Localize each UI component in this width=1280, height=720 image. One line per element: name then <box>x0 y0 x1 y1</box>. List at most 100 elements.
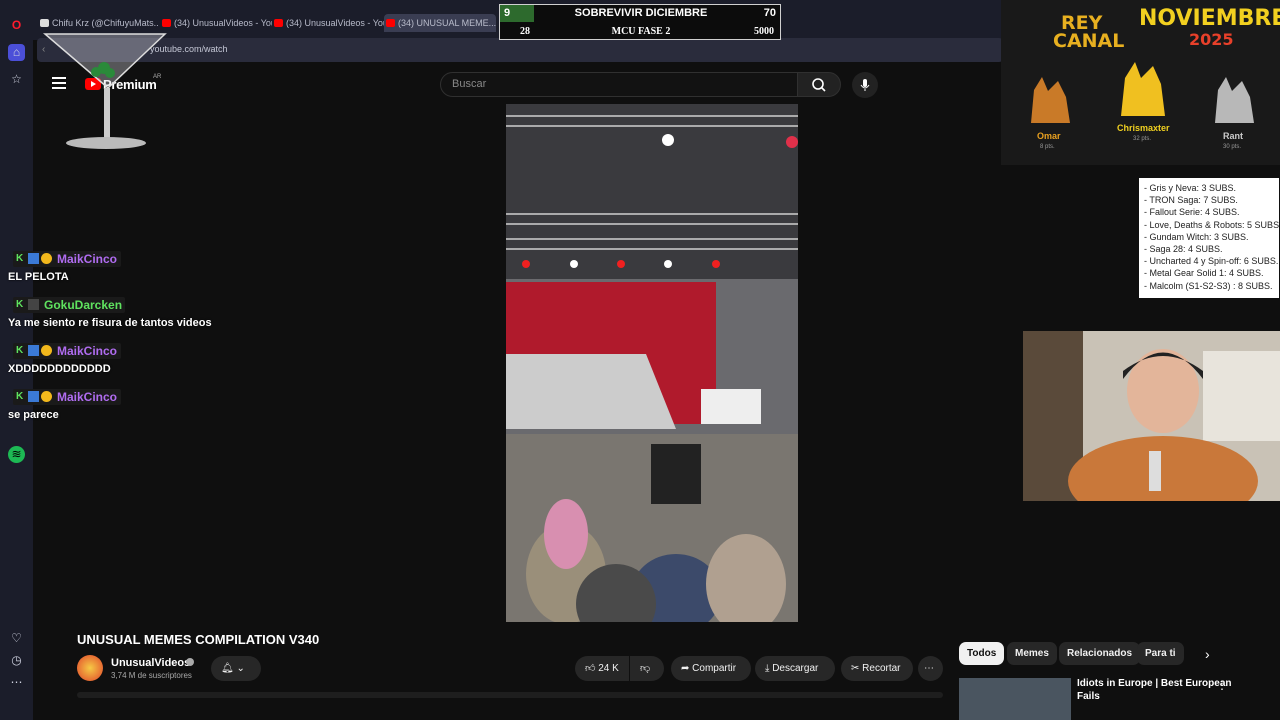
subs-item: - Fallout Serie: 4 SUBS. <box>1144 207 1240 218</box>
rank-1-pts: 8 pts. <box>1040 144 1055 150</box>
chip-para-ti[interactable]: Para ti <box>1137 642 1184 665</box>
verified-icon <box>186 658 194 666</box>
chat-username: MaikCinco <box>57 252 118 266</box>
kick-badge-icon: K <box>16 299 24 310</box>
subs-item: - Uncharted 4 y Spin-off: 6 SUBS. <box>1144 256 1279 267</box>
channel-name[interactable]: UnusualVideos <box>111 657 190 669</box>
scoreboard-overlay: 9 SOBREVIVIR DICIEMBRE 70 28 MCU FASE 2 … <box>499 4 781 40</box>
history-icon[interactable]: ◷ <box>8 652 25 669</box>
browser-sidebar: O ⌂ ☆ ≋ ♡ ◷ ⋯ <box>0 0 33 720</box>
search-input[interactable] <box>440 72 798 97</box>
recommended-title[interactable]: Idiots in Europe | Best European <box>1077 678 1231 689</box>
voice-search-button[interactable] <box>852 72 878 98</box>
home-icon[interactable]: ⌂ <box>8 44 25 61</box>
chat-username: GokuDarcken <box>44 298 123 312</box>
tab-4-active[interactable]: (34) UNUSUAL MEME... <box>384 14 496 32</box>
chat-message: EL PELOTA <box>8 271 69 283</box>
chat-username: MaikCinco <box>57 344 118 358</box>
heart-icon[interactable]: ♡ <box>8 630 25 647</box>
subs-item: - Love, Deaths & Robots: 5 SUBS. <box>1144 219 1280 230</box>
dislike-icon: 👎︎ <box>640 663 651 674</box>
wolf-bronze-icon <box>1031 77 1070 123</box>
score-row2-right: 5000 <box>754 26 774 37</box>
opera-logo-icon[interactable]: O <box>8 17 25 34</box>
chat-message: Ya me siento re fisura de tantos videos <box>8 317 212 329</box>
rank-1-name: Omar <box>1037 131 1061 141</box>
download-button[interactable]: ⤓ Descargar <box>755 656 835 681</box>
tab-2[interactable]: (34) UnusualVideos - You... <box>160 14 272 32</box>
spotify-icon[interactable]: ≋ <box>8 446 25 463</box>
subscriber-badge-icon <box>28 299 39 310</box>
youtube-favicon-icon <box>386 19 395 27</box>
subs-item: - TRON Saga: 7 SUBS. <box>1144 195 1238 206</box>
rey-canal-panel: REY CANAL NOVIEMBRE 2025 Omar 8 pts. Chr… <box>1001 0 1280 165</box>
more-actions-button[interactable]: ⋯ <box>918 656 943 681</box>
bell-icon: 🔔︎ <box>221 663 234 674</box>
recommended-thumbnail[interactable] <box>959 678 1071 720</box>
wolf-gold-icon <box>1121 62 1165 116</box>
subs-item: - Gundam Witch: 3 SUBS. <box>1144 231 1249 242</box>
search-button[interactable] <box>797 72 841 97</box>
subscriber-badge-icon <box>28 345 39 356</box>
chat-message: se parece <box>8 409 59 421</box>
clip-button[interactable]: ✂ Recortar <box>841 656 913 681</box>
martini-glass-overlay <box>42 33 167 149</box>
more-icon[interactable]: ⋯ <box>8 674 25 691</box>
rank-3-name: Rant <box>1223 131 1243 141</box>
notifications-button[interactable]: 🔔︎ ⌄ <box>211 656 261 681</box>
video-player[interactable] <box>506 104 798 622</box>
chevron-right-icon[interactable]: › <box>1205 646 1210 662</box>
video-title: UNUSUAL MEMES COMPILATION V340 <box>77 632 320 647</box>
channel-avatar[interactable] <box>77 655 103 681</box>
kick-badge-icon: K <box>16 391 24 402</box>
mic-icon <box>860 79 870 91</box>
subscriber-count: 3,74 M de suscriptores <box>111 671 192 680</box>
recommended-title-2[interactable]: Fails <box>1077 691 1100 702</box>
description-box[interactable] <box>77 692 943 698</box>
gift-badge-icon <box>41 345 52 356</box>
dislike-button[interactable]: 👎︎ <box>630 656 664 681</box>
streamer-image <box>1023 331 1280 501</box>
gift-badge-icon <box>41 253 52 264</box>
scissors-icon: ✂ <box>851 663 860 674</box>
download-icon: ⤓ <box>765 663 770 674</box>
chat-message: XDDDDDDDDDDDD <box>8 363 111 375</box>
rank-2-pts: 32 pts. <box>1133 136 1152 142</box>
subs-item: - Saga 28: 4 SUBS. <box>1144 244 1223 255</box>
like-button[interactable]: 👍︎ 24 K <box>575 656 629 681</box>
chevron-down-icon: ⌄ <box>236 663 245 674</box>
tab-3[interactable]: (34) UnusualVideos - You... <box>272 14 384 32</box>
x-favicon-icon <box>40 19 49 27</box>
score-row1-right: 70 <box>763 7 776 19</box>
subs-list: - Gris y Neva: 3 SUBS. - TRON Saga: 7 SU… <box>1139 178 1280 298</box>
more-vert-icon[interactable]: ⋮ <box>1216 678 1228 692</box>
wolf-silver-icon <box>1215 77 1254 123</box>
gift-badge-icon <box>41 391 52 402</box>
subs-item: - Metal Gear Solid 1: 4 SUBS. <box>1144 268 1264 279</box>
chip-relacionados[interactable]: Relacionados <box>1059 642 1141 665</box>
more-icon: ⋯ <box>924 663 934 674</box>
chip-todos[interactable]: Todos <box>959 642 1005 665</box>
rey-month: NOVIEMBRE <box>1139 6 1280 31</box>
score-row2-title: MCU FASE 2 <box>611 26 671 37</box>
search-placeholder: Buscar <box>452 78 487 90</box>
youtube-favicon-icon <box>274 19 283 27</box>
rank-3-pts: 30 pts. <box>1223 144 1242 150</box>
share-icon: ➦ <box>681 663 690 674</box>
share-button[interactable]: ➦ Compartir <box>671 656 751 681</box>
chat-username: MaikCinco <box>57 390 118 404</box>
search-icon <box>812 78 826 92</box>
speed-dial-icon[interactable]: ☆ <box>8 71 25 88</box>
webcam-feed <box>1023 331 1280 501</box>
subs-item: - Gris y Neva: 3 SUBS. <box>1144 183 1237 193</box>
rank-2-name: Chrismaxter <box>1117 123 1170 133</box>
subs-item: - Malcolm (S1-S2-S3) : 8 SUBS. <box>1144 280 1273 291</box>
video-frame <box>506 104 798 622</box>
subscriber-badge-icon <box>28 253 39 264</box>
rey-year: 2025 <box>1189 30 1234 49</box>
rey-title-2: CANAL <box>1053 30 1125 52</box>
like-icon: 👍︎ <box>585 663 596 674</box>
score-row1-title: SOBREVIVIR DICIEMBRE <box>574 7 708 19</box>
chip-memes[interactable]: Memes <box>1007 642 1057 665</box>
youtube-favicon-icon <box>162 19 171 27</box>
